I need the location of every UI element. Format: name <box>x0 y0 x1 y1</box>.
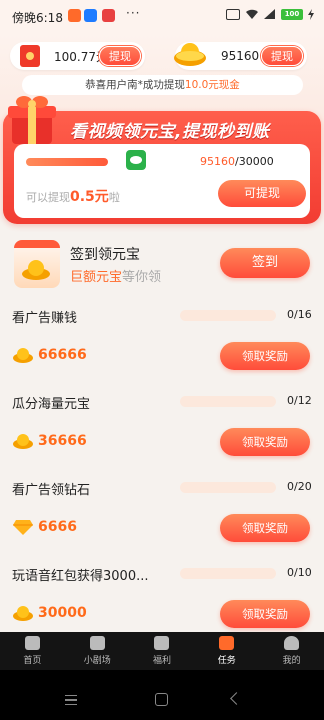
calendar-icon <box>14 240 60 288</box>
task-count: 0/12 <box>287 394 312 407</box>
banner-title: 看视频领元宝,提现秒到账 <box>70 122 270 142</box>
checkin-subtitle: 巨额元宝等你领 <box>70 266 161 285</box>
coin-progress-text: 95160/30000 <box>200 155 274 168</box>
checkin-button[interactable]: 签到 <box>220 248 310 278</box>
withdraw-note: 可以提现0.5元啦 <box>26 186 120 206</box>
gold-ingot-icon <box>13 434 33 449</box>
gift-box-icon <box>8 96 56 144</box>
tab-label: 小剧场 <box>83 656 111 666</box>
tab-profile[interactable]: 我的 <box>259 632 324 670</box>
task-count: 0/20 <box>287 480 312 493</box>
wifi-icon <box>246 9 258 19</box>
notification-app-icon <box>68 9 81 22</box>
task-title: 玩语音红包获得3000... <box>12 569 149 584</box>
claim-reward-button[interactable]: 领取奖励 <box>220 342 310 370</box>
tab-tasks[interactable]: 任务 <box>194 632 259 670</box>
claim-reward-button[interactable]: 领取奖励 <box>220 428 310 456</box>
cash-balance-pill: 100.77元 提现 <box>10 42 145 70</box>
battery-icon: 100 <box>281 9 303 20</box>
task-progress-track <box>180 482 276 493</box>
claim-reward-button[interactable]: 领取奖励 <box>220 514 310 542</box>
notice-amount: 10.0元现金 <box>184 79 240 91</box>
task-reward: 66666 <box>38 347 87 363</box>
checkin-sub-rest: 等你领 <box>122 270 162 285</box>
tab-label: 福利 <box>152 656 171 666</box>
screen-icon <box>226 9 240 20</box>
notification-app-icon <box>84 9 97 22</box>
withdraw-notice: 恭喜用户南*成功提现10.0元现金 <box>22 75 303 95</box>
checkin-title: 签到领元宝 <box>70 247 140 263</box>
tab-label: 任务 <box>217 656 236 666</box>
task-progress-track <box>180 310 276 321</box>
withdraw-note-suffix: 啦 <box>108 191 120 204</box>
tab-label: 首页 <box>23 656 42 666</box>
tab-home[interactable]: 首页 <box>0 632 65 670</box>
gold-ingot-icon <box>13 606 33 621</box>
red-packet-icon <box>20 45 40 67</box>
withdraw-button[interactable]: 可提现 <box>218 180 306 207</box>
task-reward: 6666 <box>38 519 77 535</box>
diamond-icon <box>13 520 33 535</box>
home-icon <box>24 636 40 650</box>
task-title: 看广告赚钱 <box>12 311 78 326</box>
coin-progress-total: /30000 <box>235 155 274 168</box>
profile-icon <box>284 636 300 650</box>
checkin-highlight: 巨额元宝 <box>70 270 123 285</box>
task-count: 0/16 <box>287 308 312 321</box>
more-notifications-icon: ··· <box>126 6 141 20</box>
withdraw-progress-bar <box>26 158 108 166</box>
notice-text: 恭喜用户南*成功提现 <box>85 79 185 91</box>
coin-progress-current: 95160 <box>200 155 235 168</box>
coin-balance: 95160 <box>221 49 260 63</box>
tab-welfare[interactable]: 福利 <box>130 632 195 670</box>
task-icon <box>219 636 235 650</box>
status-time: 傍晚6:18 <box>12 11 63 25</box>
gift-icon <box>154 636 170 650</box>
task-progress-track <box>180 568 276 579</box>
withdraw-amount: 0.5元 <box>70 189 109 205</box>
recent-apps-icon[interactable] <box>65 695 77 705</box>
wechat-icon <box>126 150 146 170</box>
gold-ingot-icon <box>13 348 33 363</box>
task-progress-track <box>180 396 276 407</box>
tab-theater[interactable]: 小剧场 <box>65 632 130 670</box>
theater-icon <box>89 636 105 650</box>
task-title: 瓜分海量元宝 <box>12 397 91 412</box>
task-count: 0/10 <box>287 566 312 579</box>
coin-balance-pill: 95160 提现 <box>174 42 307 70</box>
signal-icon <box>264 9 275 19</box>
task-reward: 36666 <box>38 433 87 449</box>
tab-label: 我的 <box>282 656 301 666</box>
gold-ingot-icon <box>174 43 206 66</box>
task-title: 看广告领钻石 <box>12 483 91 498</box>
charging-icon <box>308 9 314 20</box>
claim-reward-button[interactable]: 领取奖励 <box>220 600 310 628</box>
status-indicators: 100 <box>226 9 314 20</box>
notification-app-icon <box>102 9 115 22</box>
gold-ingot-icon <box>22 260 50 280</box>
withdraw-note-prefix: 可以提现 <box>26 191 70 204</box>
bottom-tab-bar: 首页 小剧场 福利 任务 我的 <box>0 632 324 670</box>
home-button-icon[interactable] <box>155 693 168 706</box>
coin-withdraw-button[interactable]: 提现 <box>261 46 303 66</box>
cash-withdraw-button[interactable]: 提现 <box>99 46 141 66</box>
task-reward: 30000 <box>38 605 87 621</box>
